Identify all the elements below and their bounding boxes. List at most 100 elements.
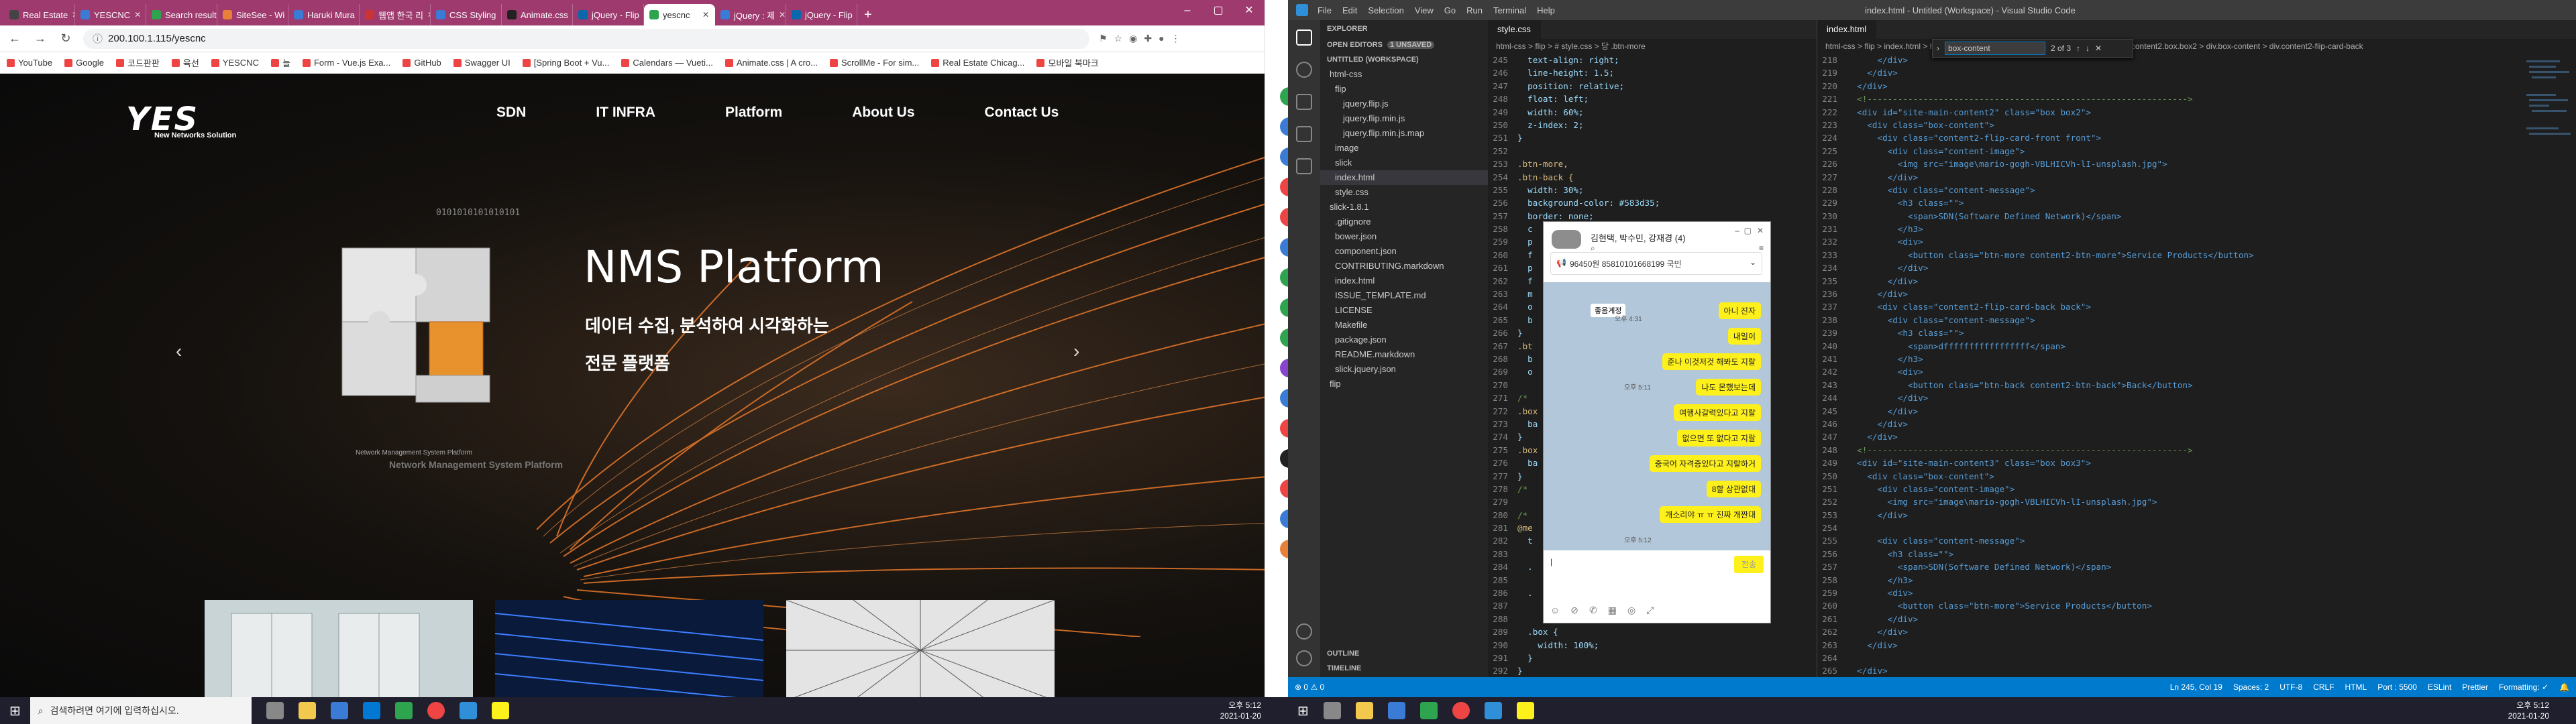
vscode-menu-item[interactable]: Run	[1466, 5, 1483, 15]
find-close-icon[interactable]: ✕	[2095, 44, 2102, 53]
calendar-icon[interactable]: ▦	[1608, 605, 1617, 616]
vscode-menu-item[interactable]: Selection	[1368, 5, 1403, 15]
file-tree-item[interactable]: LICENSE	[1320, 303, 1488, 318]
chat-message-bubble[interactable]: 없으면 또 없다고 지랄	[1676, 430, 1761, 446]
site-nav-item[interactable]: Platform	[725, 105, 782, 121]
prettier-status[interactable]: Prettier	[2462, 682, 2488, 692]
file-tree-item[interactable]: component.json	[1320, 244, 1488, 259]
edge-icon-2[interactable]	[1419, 702, 1438, 719]
file-explorer-icon[interactable]	[298, 702, 316, 719]
bookmark-item[interactable]: 모바일 북마크	[1036, 56, 1099, 69]
call-icon[interactable]: ✆	[1589, 605, 1597, 616]
translate-icon[interactable]: ⚑	[1099, 33, 1108, 44]
browser-tab[interactable]: Haruki Mura✕	[288, 4, 360, 25]
site-nav-item[interactable]: Contact Us	[985, 105, 1059, 121]
account-icon[interactable]	[1296, 623, 1312, 640]
breadcrumb-left[interactable]: html-css > flip > # style.css > 당 .btn-m…	[1488, 39, 1817, 54]
bookmark-item[interactable]: ScrollMe - For sim...	[829, 58, 919, 68]
file-tree-item[interactable]: Makefile	[1320, 318, 1488, 333]
bookmark-item[interactable]: Calendars — Vueti...	[621, 58, 713, 68]
tab-close-icon[interactable]: ✕	[702, 10, 709, 19]
tab-close-icon[interactable]: ✕	[134, 10, 141, 19]
run-debug-icon[interactable]	[1296, 126, 1312, 142]
clock-left[interactable]: 오후 5:12 2021-01-20	[1220, 700, 1261, 721]
search-icon[interactable]	[1296, 62, 1312, 78]
bookmark-item[interactable]: 코드판판	[116, 56, 160, 69]
file-tree-item[interactable]: ISSUE_TEMPLATE.md	[1320, 288, 1488, 303]
file-tree-item[interactable]: image	[1320, 141, 1488, 156]
content-image-3[interactable]	[786, 600, 1055, 697]
profile-icon[interactable]: ●	[1159, 33, 1164, 44]
find-prev-icon[interactable]: ↑	[2076, 44, 2080, 53]
browser-tab[interactable]: YESCNC ✕	[75, 4, 146, 25]
vscode-taskbar-icon[interactable]	[459, 702, 477, 719]
site-nav-item[interactable]: IT INFRA	[596, 105, 655, 121]
maximize-icon[interactable]: ▢	[1203, 0, 1234, 21]
windows-start-icon-2[interactable]: ⊞	[1297, 703, 1309, 719]
tab-close-icon[interactable]: ✕	[779, 10, 786, 19]
vscode-menu-item[interactable]: Help	[1537, 5, 1555, 15]
browser-tab[interactable]: SiteSee - Wi✕	[217, 4, 288, 25]
chat-message-bubble[interactable]: 여행사갈력있다고 지랄	[1674, 404, 1761, 421]
puzzle-icon[interactable]: ✚	[1144, 33, 1152, 44]
source-control-icon[interactable]	[1296, 94, 1312, 110]
bookmark-item[interactable]: [Spring Boot + Vu...	[522, 58, 609, 68]
notifications-icon[interactable]: 🔔	[2559, 682, 2569, 692]
chat-message-bubble[interactable]: 8할 상관없대	[1706, 481, 1761, 497]
forward-icon[interactable]: →	[32, 32, 48, 46]
outline-section[interactable]: OUTLINE	[1320, 646, 1359, 661]
mail-icon[interactable]	[362, 702, 380, 719]
capture-icon[interactable]: ◎	[1627, 605, 1635, 616]
browser-tab[interactable]: Real Estate✕	[4, 4, 75, 25]
chat-message-bubble[interactable]: 중국어 자격증있다고 지랄하거	[1649, 455, 1761, 472]
eslint-status[interactable]: ESLint	[2428, 682, 2451, 692]
bookmark-item[interactable]: Form - Vue.js Exa...	[302, 58, 390, 68]
clock-right[interactable]: 오후 5:12 2021-01-20	[2508, 700, 2549, 721]
chat-maximize-icon[interactable]: ▢	[1744, 226, 1752, 235]
file-explorer-icon-2[interactable]	[1355, 702, 1373, 719]
expand-icon[interactable]: ⤢	[1646, 605, 1654, 616]
chat-minimize-icon[interactable]: –	[1735, 226, 1739, 235]
tab-style-css[interactable]: style.css	[1488, 20, 1541, 39]
chat-message-bubble[interactable]: 개소리야 ㅠ ㅠ 진짜 개짠대	[1660, 506, 1761, 523]
back-icon[interactable]: ←	[7, 32, 23, 46]
vscode-menu-item[interactable]: Edit	[1342, 5, 1357, 15]
file-tree-item[interactable]: .gitignore	[1320, 215, 1488, 229]
settings-gear-icon[interactable]	[1296, 650, 1312, 666]
chat-message-bubble[interactable]: 아니 진자	[1718, 302, 1761, 319]
file-tree-item[interactable]: slick-1.8.1	[1320, 200, 1488, 215]
chrome-icon[interactable]	[427, 702, 445, 719]
file-tree-item[interactable]: README.markdown	[1320, 347, 1488, 362]
file-tree-item[interactable]: CONTRIBUTING.markdown	[1320, 259, 1488, 274]
browser-tab[interactable]: jQuery : 제 ✕	[715, 4, 786, 25]
breadcrumb-right[interactable]: html-css > flip > index.html > html > bo…	[1817, 39, 2576, 54]
workspace-section[interactable]: UNTITLED (WORKSPACE)	[1320, 52, 1488, 67]
code-area-right[interactable]: 218 </div> 219 </div> 220 </div> 221 <!----…	[1817, 54, 2576, 678]
task-view-icon-2[interactable]	[1323, 702, 1341, 719]
store-icon-2[interactable]	[1387, 702, 1405, 719]
bookmark-item[interactable]: Animate.css | A cro...	[724, 58, 818, 68]
browser-tab[interactable]: yescnc ✕	[644, 4, 715, 25]
carousel-prev-icon[interactable]: ‹	[176, 341, 182, 362]
star-icon[interactable]: ☆	[1114, 33, 1123, 44]
line-endings[interactable]: CRLF	[2313, 682, 2334, 692]
bookmark-item[interactable]: 육선	[171, 56, 199, 69]
file-tree-item[interactable]: slick.jquery.json	[1320, 362, 1488, 377]
vscode-menu-item[interactable]: Go	[1444, 5, 1456, 15]
new-tab-button[interactable]: +	[857, 4, 879, 25]
site-nav-item[interactable]: About Us	[852, 105, 914, 121]
task-view-icon[interactable]	[266, 702, 284, 719]
cursor-position[interactable]: Ln 245, Col 19	[2170, 682, 2222, 692]
extensions-icon[interactable]	[1296, 158, 1312, 174]
file-tree-item[interactable]: html-css	[1320, 67, 1488, 82]
kakaotalk-icon[interactable]	[491, 702, 509, 719]
browser-tab[interactable]: Search result✕	[146, 4, 217, 25]
content-image-2[interactable]	[495, 600, 763, 697]
browser-tab[interactable]: Animate.css✕	[502, 4, 573, 25]
live-server-port[interactable]: Port : 5500	[2377, 682, 2417, 692]
explorer-icon[interactable]	[1296, 29, 1312, 46]
edge-icon[interactable]	[394, 702, 413, 719]
file-tree-item[interactable]: jquery.flip.min.js	[1320, 111, 1488, 126]
file-tree-item[interactable]: bower.json	[1320, 229, 1488, 244]
tab-index-html[interactable]: index.html	[1817, 20, 1877, 39]
